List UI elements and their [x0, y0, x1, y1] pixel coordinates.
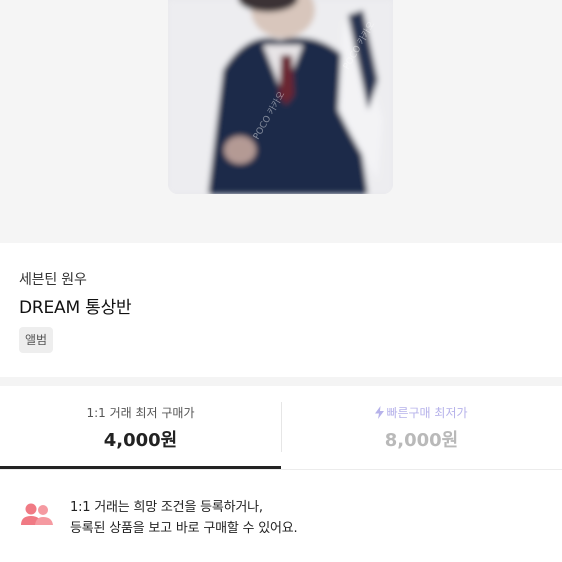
tab-direct-trade[interactable]: 1:1 거래 최저 구매가 4,000원: [0, 386, 281, 470]
section-divider: [0, 377, 562, 386]
tab-label: 빠른구매 최저가: [386, 406, 468, 420]
tab-price: 4,000원: [103, 430, 178, 451]
notice-line-1: 1:1 거래는 희망 조건을 등록하거나,: [70, 500, 263, 515]
product-photo[interactable]: POCO 카카오 POCO 카카오: [168, 0, 393, 194]
tab-label-row: 빠른구매 최저가: [281, 404, 562, 421]
category-tag[interactable]: 앨범: [19, 327, 54, 353]
artist-name: 세븐틴 원우: [19, 272, 87, 288]
tab-label: 1:1 거래 최저 구매가: [86, 406, 195, 420]
product-info: 세븐틴 원우 DREAM 통상반 앨범: [0, 243, 562, 377]
users-icon: [21, 503, 53, 525]
notice-text: 1:1 거래는 희망 조건을 등록하거나, 등록된 상품을 보고 바로 구매할 …: [70, 497, 298, 539]
trade-notice: 1:1 거래는 희망 조건을 등록하거나, 등록된 상품을 보고 바로 구매할 …: [0, 470, 562, 562]
product-title: DREAM 통상반: [19, 298, 132, 318]
notice-line-2: 등록된 상품을 보고 바로 구매할 수 있어요.: [70, 521, 298, 536]
product-image-area: POCO 카카오 POCO 카카오: [0, 0, 562, 243]
tab-price: 8,000원: [384, 430, 459, 451]
tab-quick-buy[interactable]: 빠른구매 최저가 8,000원: [281, 386, 562, 470]
price-tabs: 1:1 거래 최저 구매가 4,000원 빠른구매 최저가 8,000원: [0, 386, 562, 470]
active-tab-indicator: [0, 466, 281, 469]
lightning-icon: [375, 406, 385, 419]
photo-illustration: POCO 카카오 POCO 카카오: [168, 0, 393, 194]
